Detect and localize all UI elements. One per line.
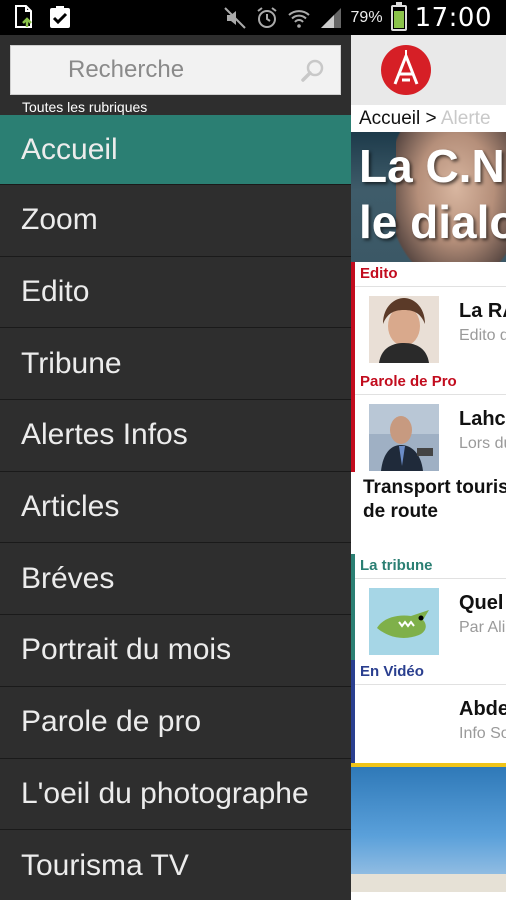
menu-item-edito[interactable]: Edito	[0, 257, 351, 329]
list-item-title: Quel a	[459, 592, 506, 614]
article-headline[interactable]: Transport touris de route	[351, 472, 506, 554]
menu-item-tribune[interactable]: Tribune	[0, 328, 351, 401]
list-item-subtitle: Edito d	[459, 327, 506, 344]
list-item-title: La RA	[459, 300, 506, 322]
parole-thumbnail	[369, 404, 439, 471]
list-item-title: Lahce	[459, 408, 506, 430]
menu-item-label: Edito	[21, 275, 90, 309]
menu-item-label: Accueil	[21, 132, 118, 166]
article-headline-line-1: Transport touris	[363, 477, 506, 498]
hero-banner[interactable]: La C.N le dialo	[351, 132, 506, 262]
battery-percent: 79%	[350, 9, 383, 26]
section-label: Parole de Pro	[360, 373, 457, 390]
search-icon[interactable]	[300, 58, 326, 84]
menu-item-zoom[interactable]: Zoom	[0, 185, 351, 257]
list-item-subtitle: Par Ali	[459, 619, 506, 636]
search-input[interactable]	[11, 46, 340, 94]
wifi-icon	[287, 6, 311, 30]
breadcrumb-separator: >	[425, 108, 437, 129]
list-item-subtitle: Info So	[459, 725, 506, 742]
main-content: Accueil > Alerte La C.N le dialo Edito L…	[351, 35, 506, 900]
section-video: En Vidéo Abder Info So	[351, 660, 506, 763]
section-edito: Edito La RA Edito d	[351, 262, 506, 370]
menu-item-label: Tribune	[21, 346, 122, 380]
app-bar	[351, 35, 506, 105]
muted-icon	[223, 6, 247, 30]
menu-item-alertes-infos[interactable]: Alertes Infos	[0, 400, 351, 472]
tribune-thumbnail	[369, 588, 439, 655]
menu-item-accueil[interactable]: Accueil	[0, 115, 351, 185]
section-tribune: La tribune Quel a Par Ali	[351, 554, 506, 660]
menu-item-label: Alertes Infos	[21, 418, 188, 452]
alarm-icon	[255, 6, 279, 30]
list-item-subtitle: Lors du	[459, 435, 506, 452]
drawer-caption: Toutes les rubriques	[22, 99, 148, 115]
search-box	[10, 45, 341, 95]
signal-icon	[319, 6, 343, 30]
app-logo-icon[interactable]	[380, 44, 432, 96]
breadcrumb-home[interactable]: Accueil	[359, 108, 420, 129]
list-item[interactable]: Abder Info So	[355, 684, 506, 763]
breadcrumb-current: Alerte	[440, 108, 491, 129]
menu-item-breves[interactable]: Bréves	[0, 543, 351, 616]
drawer-menu: Accueil Zoom Edito Tribune Alertes Infos…	[0, 115, 351, 900]
clipboard-check-icon	[48, 5, 72, 29]
section-label: Edito	[360, 265, 398, 282]
featured-photo[interactable]	[351, 767, 506, 892]
list-item[interactable]: Lahce Lors du	[355, 394, 506, 472]
section-label: En Vidéo	[360, 663, 424, 680]
menu-item-portrait-du-mois[interactable]: Portrait du mois	[0, 615, 351, 687]
hero-title-line-1: La C.N	[359, 140, 505, 192]
photo-buildings	[351, 874, 506, 892]
edito-thumbnail	[369, 296, 439, 363]
menu-item-label: Parole de pro	[21, 705, 202, 739]
menu-item-label: L'oeil du photographe	[21, 776, 309, 810]
file-upload-icon	[12, 5, 36, 29]
list-item[interactable]: Quel a Par Ali	[355, 578, 506, 660]
menu-item-label: Zoom	[21, 203, 98, 237]
menu-item-oeil-du-photographe[interactable]: L'oeil du photographe	[0, 759, 351, 831]
breadcrumb: Accueil > Alerte	[351, 105, 506, 132]
menu-item-label: Articles	[21, 490, 120, 524]
article-headline-line-2: de route	[363, 501, 438, 522]
battery-charging-icon	[390, 2, 407, 31]
menu-item-articles[interactable]: Articles	[0, 472, 351, 544]
status-bar: 79% 17:00	[0, 0, 506, 35]
list-item-title: Abder	[459, 698, 506, 720]
section-label: La tribune	[360, 557, 433, 574]
menu-item-label: Portrait du mois	[21, 633, 232, 667]
hero-title-line-2: le dialo	[359, 196, 506, 248]
list-item[interactable]: La RA Edito d	[355, 286, 506, 370]
navigation-drawer: Toutes les rubriques Accueil Zoom Edito …	[0, 35, 351, 900]
menu-item-parole-de-pro[interactable]: Parole de pro	[0, 687, 351, 759]
menu-item-tourisma-tv[interactable]: Tourisma TV	[0, 830, 351, 900]
clock: 17:00	[414, 3, 492, 33]
menu-item-label: Tourisma TV	[21, 848, 189, 882]
hero-title: La C.N le dialo	[359, 138, 506, 250]
section-parole-de-pro: Parole de Pro Lahce Lors du	[351, 370, 506, 472]
menu-item-label: Bréves	[21, 561, 115, 595]
